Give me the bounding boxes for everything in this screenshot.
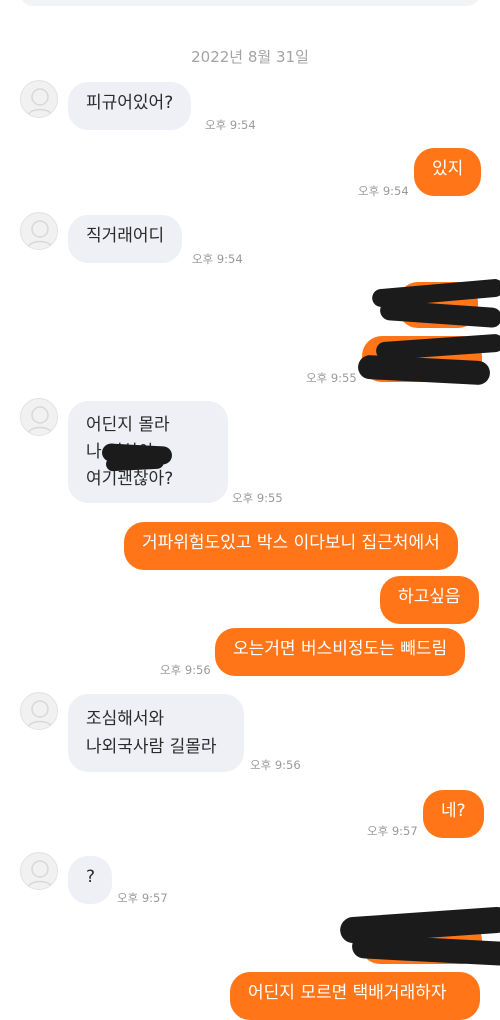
message-time: 오후 9:54 xyxy=(192,252,243,266)
message-text: 하고싶음 xyxy=(398,587,461,607)
message-bubble[interactable]: 거파위험도있고 박스 이다보니 집근처에서 xyxy=(124,522,458,570)
message-bubble[interactable]: ? xyxy=(68,856,112,904)
redaction-mark xyxy=(379,299,500,329)
message-text: 직거래어디 xyxy=(86,226,165,246)
avatar-icon[interactable] xyxy=(20,212,58,250)
message-time: 오후 9:54 xyxy=(358,184,409,198)
message-text: 오는거면 버스비정도는 빼드림 xyxy=(233,639,448,659)
message-text-line: 여기괜찮아? xyxy=(86,469,174,489)
partial-message-bubble xyxy=(20,0,480,6)
message-text: 거파위험도있고 박스 이다보니 집근처에서 xyxy=(142,533,440,553)
avatar-icon[interactable] xyxy=(20,692,58,730)
message-text-line: 나외국사람 길몰라 xyxy=(86,737,217,757)
message-time: 오후 9:56 xyxy=(250,758,301,772)
message-bubble[interactable]: 직거래어디 xyxy=(68,215,183,263)
message-time: 오후 9:55 xyxy=(232,491,283,505)
message-text-line: 조심해서와 xyxy=(86,709,165,729)
message-text: 네? xyxy=(441,801,466,821)
message-time: 오후 9:57 xyxy=(117,891,168,905)
avatar-icon[interactable] xyxy=(20,80,58,118)
message-bubble[interactable]: 하고싶음 xyxy=(380,576,479,624)
message-time: 오후 9:57 xyxy=(367,824,418,838)
date-separator: 2022년 8월 31일 xyxy=(191,48,309,66)
message-bubble[interactable]: 있지 xyxy=(414,148,482,196)
message-bubble[interactable]: 피규어있어? xyxy=(68,82,192,130)
message-bubble[interactable]: 어딘지 모르면 택배거래하자 xyxy=(230,972,480,1020)
message-bubble[interactable]: 조심해서와 나외국사람 길몰라 xyxy=(68,694,244,772)
message-text: 피규어있어? xyxy=(86,93,174,113)
avatar-icon[interactable] xyxy=(20,852,58,890)
message-text: 어딘지 모르면 택배거래하자 xyxy=(248,983,447,1003)
message-text: ? xyxy=(86,867,96,887)
message-bubble[interactable]: 오는거면 버스비정도는 빼드림 xyxy=(215,628,466,676)
message-bubble[interactable]: 네? xyxy=(423,790,484,838)
message-time: 오후 9:54 xyxy=(205,118,256,132)
message-text-line: 어딘지 몰라 xyxy=(86,415,170,435)
message-time: 오후 9:56 xyxy=(160,663,211,677)
avatar-icon[interactable] xyxy=(20,398,58,436)
message-text: 있지 xyxy=(432,159,464,179)
message-time: 오후 9:55 xyxy=(306,371,357,385)
